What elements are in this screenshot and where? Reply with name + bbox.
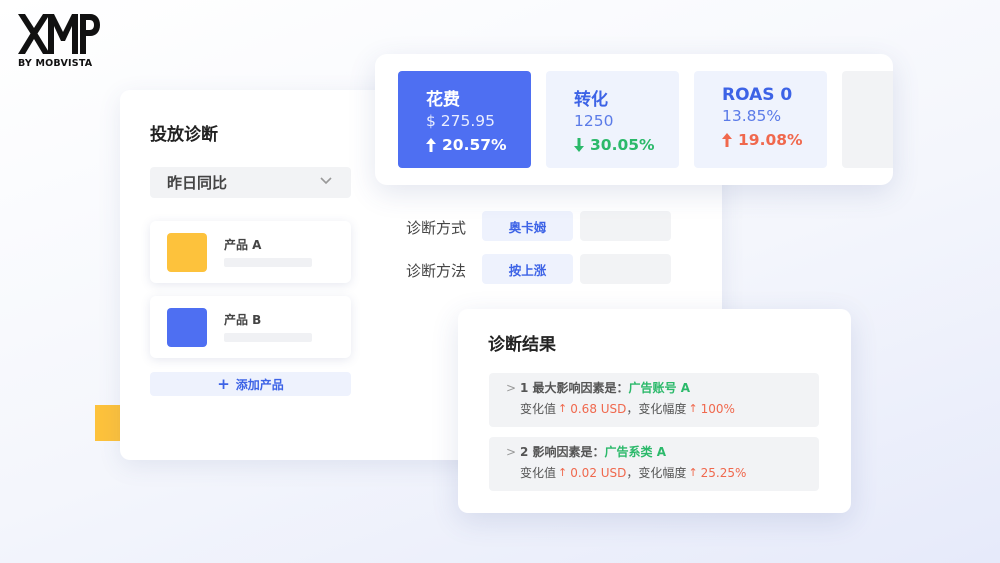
- metric-card-roas[interactable]: ROAS 0 13.85% 19.08%: [694, 71, 827, 168]
- product-color-swatch: [167, 233, 207, 272]
- metric-value: 1250: [574, 112, 614, 130]
- approach-label: 诊断方法: [406, 262, 467, 280]
- change-value: 0.68 USD: [570, 401, 627, 416]
- result-factor: 广告系类 A: [604, 445, 666, 459]
- result-factor: 广告账号 A: [628, 381, 690, 395]
- add-product-label: 添加产品: [235, 377, 284, 392]
- product-card-a[interactable]: 产品 A: [150, 221, 351, 283]
- change-label: 变化值: [520, 466, 557, 480]
- approach-option-selected[interactable]: 按上涨: [482, 254, 573, 284]
- placeholder-bar: [224, 333, 312, 342]
- arrow-up-icon: ↑: [688, 466, 698, 479]
- metric-title: ROAS 0: [722, 85, 793, 105]
- result-panel: 诊断结果 > 1 最大影响因素是：广告账号 A 变化值 ↑ 0.68 USD ，…: [458, 309, 851, 513]
- product-color-swatch: [167, 308, 207, 347]
- change-separator: ，变化幅度: [626, 402, 687, 416]
- chevron-right-icon: >: [506, 381, 517, 395]
- product-name: 产品 A: [224, 238, 262, 252]
- arrow-up-icon: [722, 133, 732, 147]
- product-card-b[interactable]: 产品 B: [150, 296, 351, 358]
- panel-title: 投放诊断: [150, 125, 218, 145]
- add-product-button[interactable]: + 添加产品: [150, 372, 351, 396]
- metric-card-partial[interactable]: [842, 71, 893, 168]
- metric-title: 花费: [426, 90, 460, 110]
- approach-option-empty[interactable]: [580, 254, 671, 284]
- chevron-down-icon: [320, 177, 332, 185]
- metric-change: 19.08%: [722, 131, 827, 149]
- result-prefix: 2 影响因素是：: [520, 445, 605, 459]
- chevron-right-icon: >: [506, 445, 517, 459]
- metric-change: 30.05%: [574, 136, 679, 154]
- comparison-dropdown[interactable]: 昨日同比: [150, 167, 351, 198]
- result-change-line: 变化值 ↑ 0.02 USD ，变化幅度 ↑ 25.25%: [520, 464, 746, 481]
- metrics-panel: 花费 $ 275.95 20.57% 转化 1250 30.05% ROAS 0…: [375, 54, 893, 185]
- logo-subtitle: BY MOBVISTA: [18, 58, 93, 69]
- result-title: 诊断结果: [488, 335, 556, 355]
- result-factor-line: 2 影响因素是：广告系类 A: [520, 443, 666, 460]
- arrow-up-icon: ↑: [558, 466, 568, 479]
- plus-icon: +: [217, 374, 230, 393]
- metric-card-spend[interactable]: 花费 $ 275.95 20.57%: [398, 71, 531, 168]
- metric-title: 转化: [574, 90, 608, 110]
- arrow-up-icon: [426, 138, 436, 152]
- dropdown-value: 昨日同比: [167, 174, 228, 192]
- product-name: 产品 B: [224, 313, 262, 327]
- arrow-up-icon: ↑: [558, 402, 568, 415]
- placeholder-bar: [224, 258, 312, 267]
- result-item-1[interactable]: > 1 最大影响因素是：广告账号 A 变化值 ↑ 0.68 USD ，变化幅度 …: [489, 373, 819, 427]
- xmp-logo-mark: [18, 14, 100, 54]
- result-change-line: 变化值 ↑ 0.68 USD ，变化幅度 ↑ 100%: [520, 400, 735, 417]
- metric-card-conversion[interactable]: 转化 1250 30.05%: [546, 71, 679, 168]
- method-label: 诊断方式: [406, 219, 467, 237]
- change-percent: 25.25%: [700, 465, 747, 480]
- change-percent: 100%: [700, 401, 735, 416]
- change-separator: ，变化幅度: [626, 466, 687, 480]
- metric-change-value: 20.57%: [442, 136, 507, 154]
- metric-change-value: 19.08%: [738, 131, 803, 149]
- method-option-selected[interactable]: 奥卡姆: [482, 211, 573, 241]
- change-label: 变化值: [520, 402, 557, 416]
- metric-value: $ 275.95: [426, 112, 496, 130]
- method-option-empty[interactable]: [580, 211, 671, 241]
- metric-value: 13.85%: [722, 107, 782, 125]
- xmp-logo: BY MOBVISTA: [18, 14, 118, 69]
- metric-change-value: 30.05%: [590, 136, 655, 154]
- arrow-down-icon: [574, 138, 584, 152]
- result-factor-line: 1 最大影响因素是：广告账号 A: [520, 379, 690, 396]
- arrow-up-icon: ↑: [688, 402, 698, 415]
- result-item-2[interactable]: > 2 影响因素是：广告系类 A 变化值 ↑ 0.02 USD ，变化幅度 ↑ …: [489, 437, 819, 491]
- metric-change: 20.57%: [426, 136, 531, 154]
- change-value: 0.02 USD: [570, 465, 627, 480]
- result-prefix: 1 最大影响因素是：: [520, 381, 629, 395]
